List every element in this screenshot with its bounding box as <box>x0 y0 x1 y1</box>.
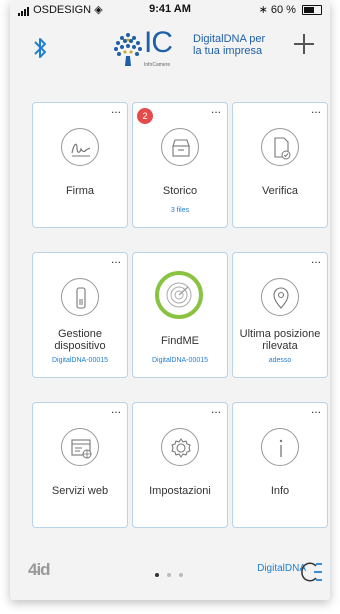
more-icon[interactable]: ... <box>311 103 321 115</box>
tile-label: Gestione dispositivo <box>54 328 106 352</box>
document-check-icon <box>261 128 299 166</box>
more-icon[interactable]: ... <box>211 403 221 415</box>
info-icon <box>261 428 299 466</box>
signature-icon <box>61 128 99 166</box>
tile-servizi-web[interactable]: ... Servizi web <box>32 402 128 528</box>
status-bar: OSDESIGN ◈ 9:41 AM ∗ 60 % <box>10 0 330 18</box>
page-dot[interactable] <box>167 573 171 577</box>
tile-label: Ultima posizione rilevata <box>239 328 321 352</box>
tile-label: Info <box>270 485 290 497</box>
browser-globe-icon <box>61 428 99 466</box>
more-icon[interactable]: ... <box>211 103 221 115</box>
more-icon[interactable]: ... <box>111 253 121 265</box>
tile-storico[interactable]: 2 ... Storico 3 files <box>132 102 228 228</box>
tile-sub: DigitalDNA-00015 <box>151 357 209 364</box>
more-icon[interactable]: ... <box>111 103 121 115</box>
battery-percent: 60 % <box>270 4 296 16</box>
tile-gestione-dispositivo[interactable]: ... Gestione dispositivo DigitalDNA-0001… <box>32 252 128 378</box>
location-pin-icon <box>261 278 299 316</box>
digitaldna-brand: DigitalDNA <box>257 563 306 574</box>
add-button[interactable] <box>292 32 316 56</box>
device-icon <box>61 278 99 316</box>
page-indicator[interactable] <box>155 573 195 579</box>
tile-label: Firma <box>65 185 95 197</box>
tile-sub: DigitalDNA-00015 <box>51 357 109 364</box>
bluetooth-icon[interactable] <box>30 34 50 62</box>
more-icon[interactable]: ... <box>311 253 321 265</box>
tile-label: Servizi web <box>51 485 109 497</box>
tile-label: Storico <box>162 185 198 197</box>
notification-badge: 2 <box>137 108 153 124</box>
phone-screen: OSDESIGN ◈ 9:41 AM ∗ 60 % IC InfoCamere … <box>10 0 330 600</box>
tile-sub: adesso <box>268 357 292 364</box>
gear-icon <box>161 428 199 466</box>
battery-status: ∗ 60 % <box>259 3 322 16</box>
bluetooth-small-icon: ∗ <box>258 4 268 16</box>
logo-subtext: InfoCamere <box>144 62 171 68</box>
4id-logo-text: 4id <box>28 560 51 579</box>
tile-label: Impostazioni <box>149 485 211 497</box>
tile-grid: ... Firma 2 ... Storico 3 files ... Veri… <box>32 102 329 528</box>
tile-ultima-posizione[interactable]: ... Ultima posizione rilevata adesso <box>232 252 328 378</box>
tile-label: Verifica <box>261 185 299 197</box>
logo-text: IC <box>144 26 173 59</box>
page-dot-active[interactable] <box>155 573 159 577</box>
more-icon[interactable]: ... <box>111 403 121 415</box>
tile-impostazioni[interactable]: ... Impostazioni <box>132 402 228 528</box>
tile-info[interactable]: ... Info <box>232 402 328 528</box>
tile-firma[interactable]: ... Firma <box>32 102 128 228</box>
tile-findme[interactable]: FindME DigitalDNA-00015 <box>132 252 228 378</box>
app-header: IC InfoCamere DigitalDNA per la tua impr… <box>10 20 330 72</box>
tile-sub: 3 files <box>170 207 190 214</box>
tile-label: FindME <box>161 335 199 347</box>
battery-icon <box>302 5 322 16</box>
radar-icon <box>155 271 203 319</box>
archive-icon <box>161 128 199 166</box>
tile-verifica[interactable]: ... Verifica <box>232 102 328 228</box>
app-title: DigitalDNA per la tua impresa <box>193 33 266 57</box>
page-dot[interactable] <box>179 573 183 577</box>
4id-logo: 4id <box>28 560 68 582</box>
menu-icon[interactable] <box>300 560 324 584</box>
more-icon[interactable]: ... <box>311 403 321 415</box>
